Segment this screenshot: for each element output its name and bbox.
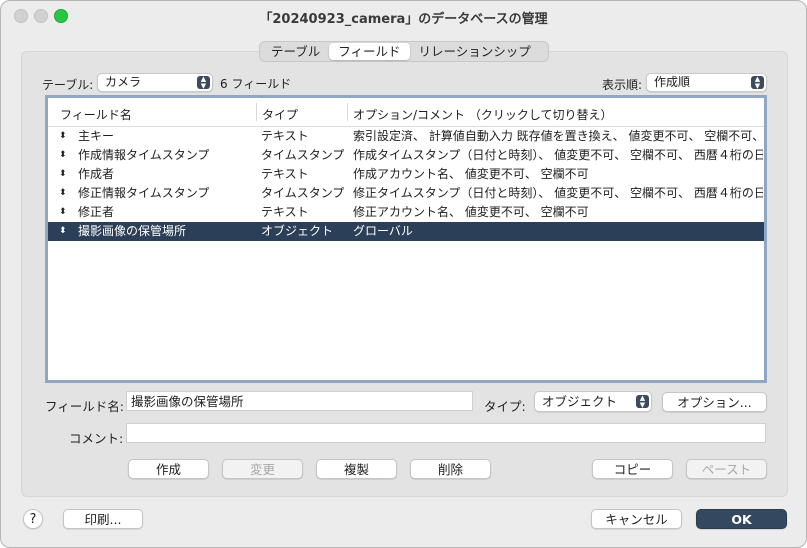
field-name-cell: 撮影画像の保管場所: [78, 224, 187, 238]
field-count: 6 フィールド: [220, 77, 292, 91]
field-options-cell: 修正タイムスタンプ（日付と時刻）、 値変更不可、 空欄不可、 西暦４桁の日付: [353, 186, 763, 200]
table-select-value: カメラ: [105, 75, 142, 89]
table-row[interactable]: ⬍ 修正者 テキスト 修正アカウント名、 値変更不可、 空欄不可: [48, 203, 764, 222]
field-options-cell: 索引設定済、 計算値自動入力 既存値を置き換え、 値変更不可、 空欄不可、 ユニ…: [353, 129, 763, 143]
change-button[interactable]: 変更: [222, 459, 303, 479]
column-divider[interactable]: [347, 103, 348, 121]
tab-bar: テーブル フィールド リレーションシップ: [259, 41, 549, 62]
table-row[interactable]: ⬍ 作成者 テキスト 作成アカウント名、 値変更不可、 空欄不可: [48, 165, 764, 184]
field-type-cell: テキスト: [261, 205, 309, 219]
field-type-cell: タイムスタンプ: [261, 186, 345, 200]
field-name-label: フィールド名:: [45, 399, 124, 414]
table-row[interactable]: ⬍ 作成情報タイムスタンプ タイムスタンプ 作成タイムスタンプ（日付と時刻）、 …: [48, 146, 764, 165]
column-header-field-name[interactable]: フィールド名: [60, 106, 132, 123]
field-name-input[interactable]: 撮影画像の保管場所: [126, 391, 473, 411]
column-header-type[interactable]: タイプ: [262, 106, 298, 123]
sort-order-label: 表示順:: [602, 78, 643, 92]
field-name-cell: 修正情報タイムスタンプ: [78, 186, 210, 200]
duplicate-button[interactable]: 複製: [316, 459, 397, 479]
field-type-cell: テキスト: [261, 167, 309, 181]
type-select-value: オブジェクト: [542, 394, 618, 409]
delete-button[interactable]: 削除: [410, 459, 491, 479]
title-bar: 「20240923_camera」のデータベースの管理: [1, 1, 806, 31]
column-divider[interactable]: [256, 103, 257, 121]
create-button[interactable]: 作成: [128, 459, 209, 479]
tab-fields[interactable]: フィールド: [329, 43, 410, 60]
table-select-label: テーブル:: [42, 78, 94, 92]
tab-tables[interactable]: テーブル: [262, 43, 329, 60]
comment-input[interactable]: [126, 423, 766, 443]
cancel-button[interactable]: キャンセル: [591, 509, 682, 529]
field-options-cell: 作成アカウント名、 値変更不可、 空欄不可: [353, 167, 589, 181]
table-select[interactable]: カメラ ▲ ▼: [97, 73, 213, 92]
drag-handle-icon[interactable]: ⬍: [59, 222, 67, 241]
fields-table: フィールド名 タイプ オプション/コメント （クリックして切り替え） ⬍ 主キー…: [45, 95, 767, 383]
chevron-updown-icon: ▲ ▼: [751, 76, 764, 89]
table-row-selected[interactable]: ⬍ 撮影画像の保管場所 オブジェクト グローバル: [48, 222, 764, 241]
chevron-updown-icon: ▲ ▼: [636, 395, 649, 408]
field-type-cell: オブジェクト: [261, 224, 334, 238]
print-button[interactable]: 印刷...: [63, 509, 143, 529]
sort-order-value: 作成順: [654, 75, 691, 89]
field-type-cell: テキスト: [261, 129, 309, 143]
column-header-options[interactable]: オプション/コメント （クリックして切り替え）: [353, 106, 613, 123]
drag-handle-icon[interactable]: ⬍: [59, 184, 67, 203]
type-label: タイプ:: [484, 399, 526, 414]
copy-button[interactable]: コピー: [592, 459, 673, 479]
type-select[interactable]: オブジェクト ▲ ▼: [534, 391, 652, 412]
drag-handle-icon[interactable]: ⬍: [59, 127, 67, 146]
ok-button[interactable]: OK: [696, 509, 787, 529]
paste-button[interactable]: ペースト: [686, 459, 767, 479]
table-row[interactable]: ⬍ 修正情報タイムスタンプ タイムスタンプ 修正タイムスタンプ（日付と時刻）、 …: [48, 184, 764, 203]
comment-label: コメント:: [69, 431, 124, 446]
sort-order-select[interactable]: 作成順 ▲ ▼: [646, 73, 767, 92]
field-name-cell: 作成情報タイムスタンプ: [78, 148, 210, 162]
chevron-updown-icon: ▲ ▼: [197, 76, 210, 89]
table-row[interactable]: ⬍ 主キー テキスト 索引設定済、 計算値自動入力 既存値を置き換え、 値変更不…: [48, 127, 764, 146]
table-header: フィールド名 タイプ オプション/コメント （クリックして切り替え）: [48, 98, 764, 127]
drag-handle-icon[interactable]: ⬍: [59, 165, 67, 184]
options-button[interactable]: オプション...: [662, 392, 767, 412]
drag-handle-icon[interactable]: ⬍: [59, 146, 67, 165]
drag-handle-icon[interactable]: ⬍: [59, 203, 67, 222]
manage-database-window: 「20240923_camera」のデータベースの管理 テーブル フィールド リ…: [0, 0, 807, 548]
help-button[interactable]: ?: [23, 509, 43, 529]
field-options-cell: グローバル: [353, 224, 413, 238]
field-name-cell: 主キー: [78, 129, 115, 143]
field-type-cell: タイムスタンプ: [261, 148, 345, 162]
field-name-cell: 修正者: [78, 205, 115, 219]
tab-relationships[interactable]: リレーションシップ: [410, 43, 540, 60]
field-options-cell: 修正アカウント名、 値変更不可、 空欄不可: [353, 205, 589, 219]
field-options-cell: 作成タイムスタンプ（日付と時刻）、 値変更不可、 空欄不可、 西暦４桁の日付: [353, 148, 763, 162]
field-name-cell: 作成者: [78, 167, 115, 181]
window-title: 「20240923_camera」のデータベースの管理: [259, 12, 548, 27]
